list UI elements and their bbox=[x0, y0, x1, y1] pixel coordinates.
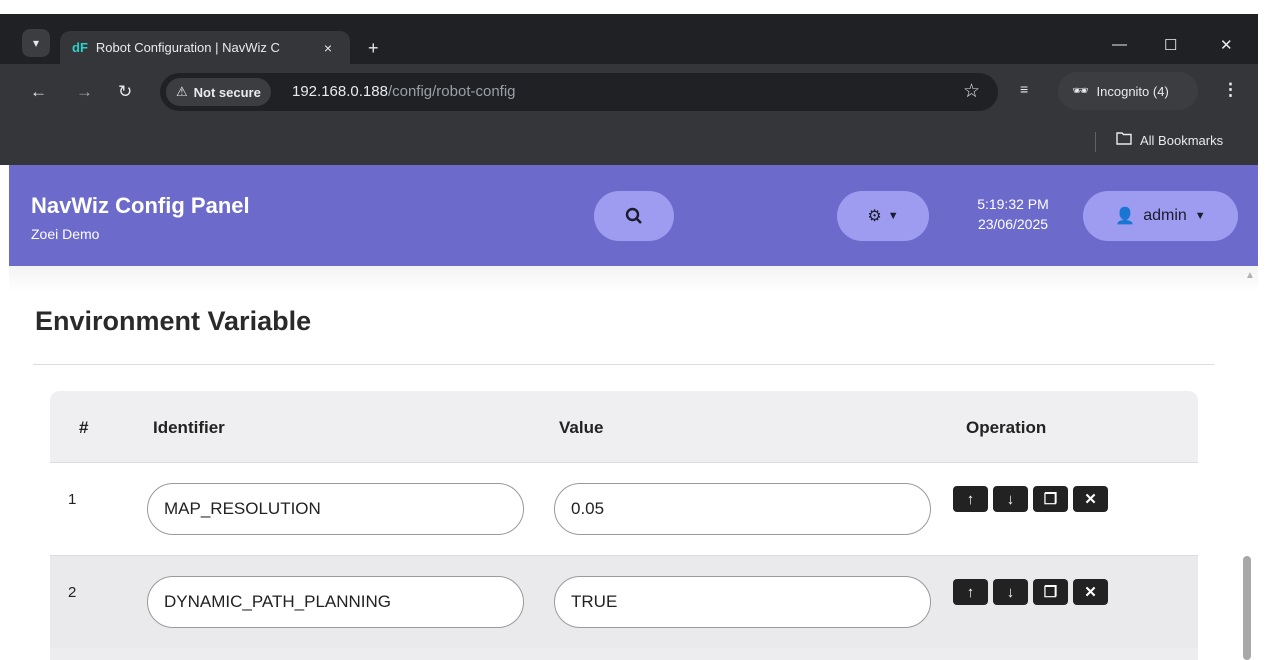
table-row: 1 MAP_RESOLUTION 0.05 ↑ ↓ ❐ ✕ bbox=[50, 462, 1198, 555]
delete-icon[interactable]: ✕ bbox=[1073, 579, 1108, 605]
move-down-icon[interactable]: ↓ bbox=[993, 486, 1028, 512]
delete-icon[interactable]: ✕ bbox=[1073, 486, 1108, 512]
search-button[interactable] bbox=[594, 191, 674, 241]
identifier-field[interactable]: DYNAMIC_PATH_PLANNING bbox=[147, 576, 524, 628]
app-title: NavWiz Config Panel bbox=[31, 193, 250, 218]
row-operations: ↑ ↓ ❐ ✕ bbox=[953, 579, 1108, 605]
reload-icon[interactable]: ↻ bbox=[118, 82, 132, 102]
browser-menu-icon[interactable]: ⋮ bbox=[1222, 80, 1239, 100]
new-tab-button[interactable]: + bbox=[368, 38, 379, 59]
incognito-button[interactable]: 🕶 Incognito (4) bbox=[1058, 72, 1198, 110]
copy-icon[interactable]: ❐ bbox=[1033, 579, 1068, 605]
all-bookmarks-label: All Bookmarks bbox=[1140, 132, 1224, 148]
main-content: Environment Variable # Identifier Value … bbox=[9, 266, 1258, 660]
address-bar[interactable]: ⚠ Not secure 192.168.0.188/config/robot-… bbox=[160, 73, 998, 111]
url-host: 192.168.0.188 bbox=[292, 83, 388, 100]
settings-dropdown-button[interactable]: ⚙ ▼ bbox=[837, 191, 929, 241]
row-number: 2 bbox=[68, 584, 77, 601]
forward-arrow-icon[interactable]: → bbox=[76, 82, 93, 102]
url-text[interactable]: 192.168.0.188/config/robot-config bbox=[292, 83, 516, 100]
incognito-icon: 🕶 bbox=[1072, 83, 1089, 98]
bookmark-star-icon[interactable]: ☆ bbox=[963, 80, 980, 103]
tab-title: Robot Configuration | NavWiz C bbox=[95, 40, 280, 55]
table-row: 2 DYNAMIC_PATH_PLANNING TRUE ↑ ↓ ❐ ✕ bbox=[50, 555, 1198, 648]
caret-down-icon: ▼ bbox=[887, 210, 899, 222]
all-bookmarks-button[interactable]: All Bookmarks bbox=[1116, 132, 1223, 148]
browser-toolbar: ← → ↻ ⚠ Not secure 192.168.0.188/config/… bbox=[0, 64, 1258, 120]
page-scrollbar-track[interactable] bbox=[1258, 266, 1270, 660]
column-header-value: Value bbox=[559, 418, 604, 437]
browser-tabstrip: ▾ dF Robot Configuration | NavWiz C × + … bbox=[0, 14, 1258, 64]
user-menu-button[interactable]: 👤 admin ▼ bbox=[1083, 191, 1238, 241]
value-field[interactable]: TRUE bbox=[554, 576, 931, 628]
caret-down-icon: ▼ bbox=[1194, 210, 1206, 222]
folder-icon bbox=[1116, 132, 1132, 148]
bookmarks-separator bbox=[1095, 132, 1096, 152]
url-path: /config/robot-config bbox=[387, 83, 516, 100]
move-up-icon[interactable]: ↑ bbox=[953, 579, 988, 605]
row-number: 1 bbox=[68, 491, 77, 508]
environment-variable-table: # Identifier Value Operation 1 MAP_RESOL… bbox=[50, 391, 1198, 660]
column-header-number: # bbox=[79, 418, 89, 437]
search-icon bbox=[625, 207, 642, 224]
tab-search-button[interactable]: ▾ bbox=[22, 29, 50, 57]
move-down-icon[interactable]: ↓ bbox=[993, 579, 1028, 605]
move-up-icon[interactable]: ↑ bbox=[953, 486, 988, 512]
copy-icon[interactable]: ❐ bbox=[1033, 486, 1068, 512]
close-window-button[interactable]: ✕ bbox=[1220, 36, 1233, 54]
scroll-up-arrow-icon[interactable]: ▲ bbox=[1245, 270, 1255, 281]
warning-icon: ⚠ bbox=[176, 84, 188, 99]
user-name: admin bbox=[1143, 207, 1187, 224]
security-chip[interactable]: ⚠ Not secure bbox=[166, 78, 271, 106]
scroll-shadow bbox=[9, 266, 1258, 292]
identifier-field[interactable]: MAP_RESOLUTION bbox=[147, 483, 524, 535]
value-field[interactable]: 0.05 bbox=[554, 483, 931, 535]
reading-list-icon[interactable]: ≡ bbox=[1020, 81, 1028, 97]
security-label: Not secure bbox=[193, 84, 261, 100]
close-tab-icon[interactable]: × bbox=[324, 40, 332, 56]
browser-tab[interactable]: dF Robot Configuration | NavWiz C × bbox=[60, 31, 350, 64]
row-operations: ↑ ↓ ❐ ✕ bbox=[953, 486, 1108, 512]
bookmarks-bar: All Bookmarks bbox=[0, 120, 1258, 165]
table-header: # Identifier Value Operation bbox=[50, 391, 1198, 462]
incognito-label: Incognito (4) bbox=[1096, 83, 1169, 99]
section-divider bbox=[33, 364, 1214, 365]
page-scrollbar-thumb[interactable] bbox=[1243, 556, 1251, 660]
navwiz-logo-icon: dF bbox=[72, 40, 88, 55]
app-header: NavWiz Config Panel Zoei Demo ⚙ ▼ 5:19:3… bbox=[9, 165, 1258, 266]
gear-icon: ⚙ bbox=[867, 208, 882, 225]
clock-date: 23/06/2025 bbox=[977, 216, 1049, 232]
clock-time: 5:19:32 PM bbox=[977, 196, 1049, 212]
app-subtitle: Zoei Demo bbox=[31, 226, 100, 242]
section-title: Environment Variable bbox=[35, 306, 312, 336]
clock: 5:19:32 PM 23/06/2025 bbox=[953, 194, 1073, 234]
back-arrow-icon[interactable]: ← bbox=[30, 82, 47, 102]
minimize-button[interactable]: — bbox=[1112, 36, 1127, 53]
user-icon: 👤 bbox=[1115, 208, 1136, 225]
column-header-operation: Operation bbox=[966, 418, 1047, 437]
maximize-button[interactable]: ☐ bbox=[1164, 36, 1177, 54]
column-header-identifier: Identifier bbox=[153, 418, 225, 437]
